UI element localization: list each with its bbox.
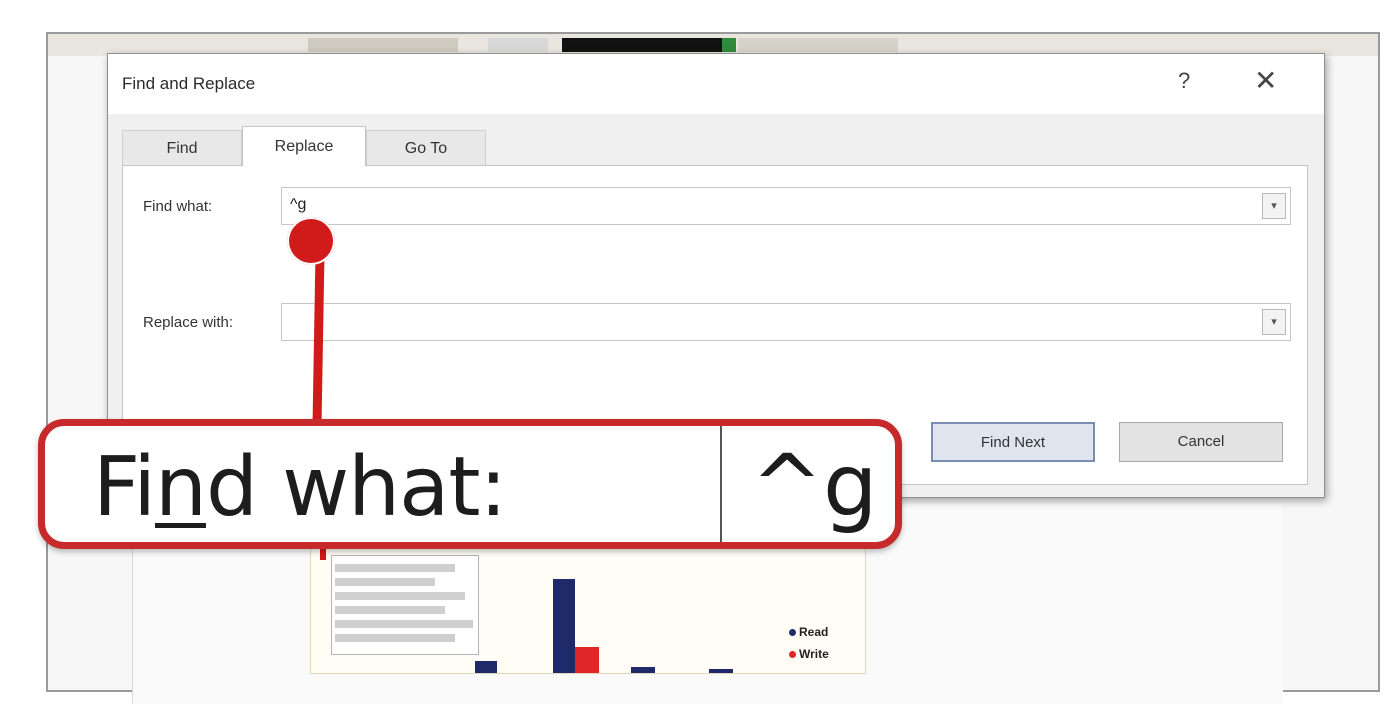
tab-find[interactable]: Find — [122, 130, 242, 166]
mini-data-table — [331, 555, 479, 655]
chart-bar — [631, 667, 655, 673]
dialog-title: Find and Replace — [122, 74, 256, 93]
callout-access-key: n — [154, 440, 207, 535]
chart-thumbnail: Read Write — [310, 548, 866, 674]
table-row — [335, 578, 435, 586]
chevron-down-icon[interactable]: ▾ — [1262, 193, 1286, 219]
help-icon[interactable]: ? — [1178, 68, 1190, 94]
callout-label-part: d what: — [205, 440, 507, 535]
replace-with-field[interactable]: ▾ — [281, 303, 1291, 341]
legend-label: Write — [799, 647, 829, 661]
callout-marker-dot — [287, 217, 335, 265]
table-row — [335, 620, 473, 628]
table-row — [335, 634, 455, 642]
chart-bar — [553, 579, 575, 673]
legend-item-write: Write — [789, 647, 829, 661]
find-what-value: ^g — [290, 196, 307, 213]
ribbon-block — [722, 38, 736, 52]
cancel-button[interactable]: Cancel — [1119, 422, 1283, 462]
chart-bar — [709, 669, 733, 673]
callout-label-part: Fi — [93, 440, 156, 535]
chevron-down-icon[interactable]: ▾ — [1262, 309, 1286, 335]
table-row — [335, 592, 465, 600]
legend-swatch — [789, 651, 796, 658]
chart-bar — [475, 661, 497, 673]
callout-find-what-value: ^g — [751, 436, 878, 536]
callout-divider — [720, 426, 722, 542]
legend-label: Read — [799, 625, 829, 639]
ribbon-block — [738, 38, 898, 52]
ribbon-block — [562, 38, 722, 52]
legend-swatch — [789, 629, 796, 636]
chart-bar — [575, 647, 599, 673]
tab-goto[interactable]: Go To — [366, 130, 486, 166]
ribbon-block — [488, 38, 548, 52]
ribbon-block — [308, 38, 458, 52]
legend-item-read: Read — [789, 625, 828, 639]
tab-replace[interactable]: Replace — [242, 126, 366, 166]
replace-with-label: Replace with: — [143, 314, 234, 331]
callout-find-what-label: Find what: — [93, 440, 507, 535]
table-row — [335, 564, 455, 572]
dialog-titlebar: Find and Replace ? ✕ — [108, 54, 1324, 114]
find-what-label: Find what: — [143, 198, 213, 215]
close-icon[interactable]: ✕ — [1254, 64, 1277, 97]
find-next-button[interactable]: Find Next — [931, 422, 1095, 462]
table-row — [335, 606, 445, 614]
find-what-field[interactable]: ^g ▾ — [281, 187, 1291, 225]
callout-zoom-box: Find what: ^g — [38, 419, 902, 549]
